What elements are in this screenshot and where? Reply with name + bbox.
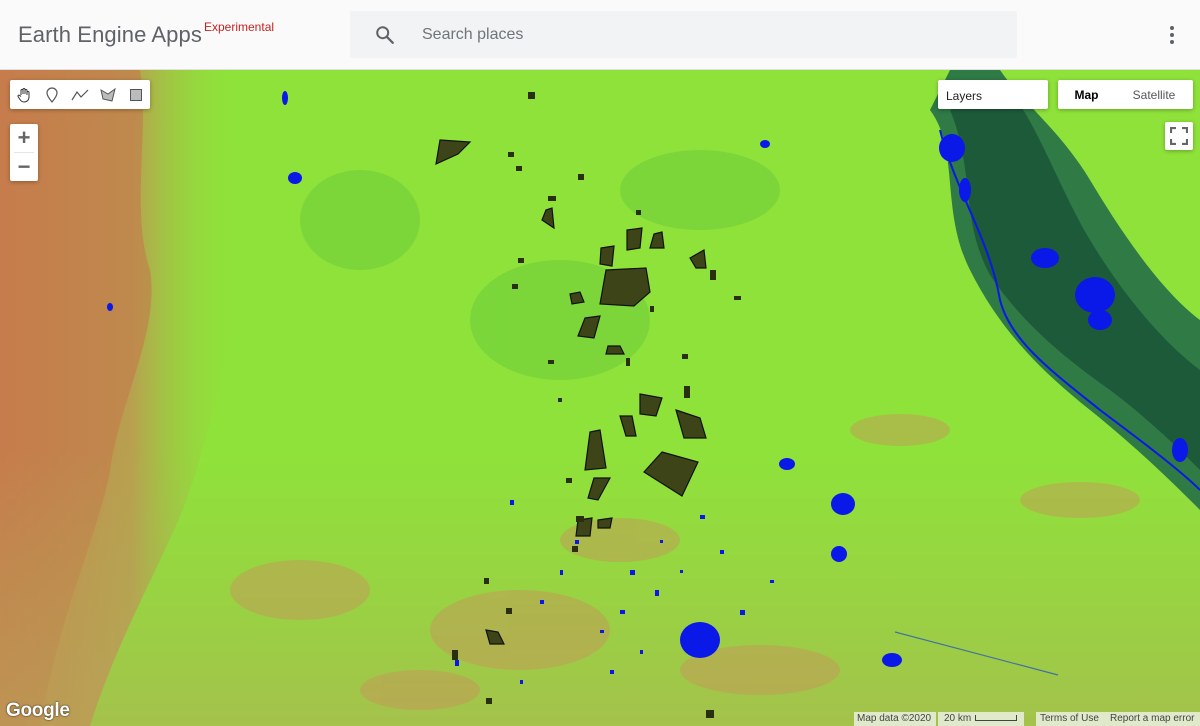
search-input[interactable] bbox=[422, 11, 1002, 58]
map-type-control: Map Satellite bbox=[1058, 80, 1193, 109]
zoom-in-button[interactable]: + bbox=[10, 124, 38, 152]
app-bar: Earth Engine Apps Experimental bbox=[0, 0, 1200, 70]
app-title: Earth Engine Apps bbox=[18, 22, 202, 47]
fullscreen-button[interactable] bbox=[1165, 122, 1193, 150]
draw-rectangle-icon[interactable] bbox=[122, 80, 150, 109]
terms-link[interactable]: Terms of Use bbox=[1036, 712, 1106, 726]
search-icon[interactable] bbox=[374, 24, 396, 46]
search-box[interactable] bbox=[350, 11, 1017, 58]
draw-shape-icon[interactable] bbox=[94, 80, 122, 109]
drawing-toolbar bbox=[10, 80, 150, 109]
zoom-out-button[interactable]: − bbox=[10, 153, 38, 181]
map-data-attribution: Map data ©2020 bbox=[854, 712, 936, 726]
draw-line-icon[interactable] bbox=[66, 80, 94, 109]
scale-label: 20 km bbox=[944, 713, 972, 724]
fullscreen-icon bbox=[1170, 127, 1188, 145]
map-type-map-button[interactable]: Map bbox=[1058, 80, 1115, 109]
google-logo: Google bbox=[6, 700, 70, 721]
report-error-link[interactable]: Report a map error bbox=[1106, 712, 1200, 726]
satellite-imagery bbox=[0, 70, 1200, 726]
experimental-badge: Experimental bbox=[204, 20, 275, 34]
add-marker-icon[interactable] bbox=[38, 80, 66, 109]
zoom-control: + − bbox=[10, 124, 38, 181]
layers-dropdown[interactable]: Layers bbox=[938, 80, 1048, 109]
scale-bar bbox=[975, 715, 1017, 721]
pan-hand-icon[interactable] bbox=[10, 80, 38, 109]
more-vert-icon[interactable] bbox=[1158, 22, 1186, 48]
map-canvas[interactable]: + − Layers Map Satellite Google Map data… bbox=[0, 70, 1200, 726]
map-type-satellite-button[interactable]: Satellite bbox=[1115, 80, 1193, 109]
scale-control[interactable]: 20 km bbox=[938, 712, 1024, 726]
